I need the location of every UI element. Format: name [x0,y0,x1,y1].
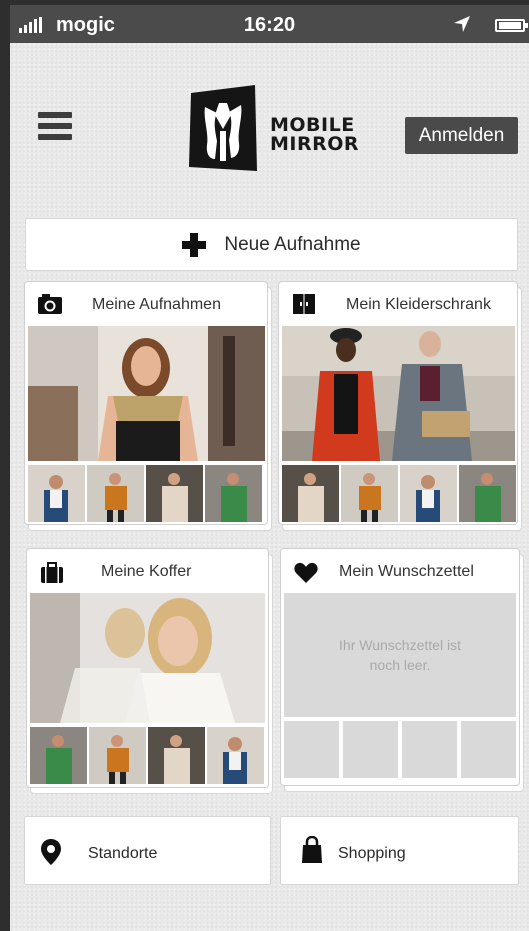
hero-photo [30,593,265,728]
login-button[interactable]: Anmelden [405,117,518,154]
card-header: Meine Koffer [27,549,268,593]
hamburger-menu-icon[interactable] [38,112,72,142]
thumbnail-strip [282,465,516,522]
wishlist-empty-message: Ihr Wunschzettel ist noch leer. [284,593,516,717]
thumbnail[interactable] [282,465,339,522]
card-my-suitcases[interactable]: Meine Koffer [26,548,269,788]
battery-icon [495,19,528,32]
card-my-wishlist[interactable]: Mein Wunschzettel Ihr Wunschzettel ist n… [280,548,520,786]
thumbnail[interactable] [87,465,144,522]
thumbnail-strip [28,465,262,522]
app-screen: mogic 16:20 MOBILE MIRROR Anmelden Neue … [10,5,529,931]
card-title: Mein Wunschzettel [339,563,474,580]
mobile-mirror-logo-icon [189,85,257,171]
wishlist-slot [343,721,398,778]
location-arrow-icon [454,16,470,32]
thumbnail[interactable] [146,465,203,522]
map-pin-icon [41,839,61,865]
thumbnail[interactable] [205,465,262,522]
card-header: Meine Aufnahmen [25,282,267,326]
shopping-button[interactable]: Shopping [280,816,519,885]
locations-button[interactable]: Standorte [24,816,271,885]
new-capture-label: Neue Aufnahme [224,233,361,255]
thumbnail[interactable] [30,727,87,784]
suitcase-icon [41,562,63,583]
wardrobe-icon [293,294,315,314]
card-header: Mein Wunschzettel [281,549,519,593]
thumbnail[interactable] [148,727,205,784]
plus-icon [182,232,207,257]
app-logo: MOBILE MIRROR [187,85,367,177]
status-bar: mogic 16:20 [10,5,529,43]
heart-icon [294,562,318,583]
card-title: Meine Aufnahmen [92,296,221,313]
wishlist-slots [284,721,516,778]
card-title: Meine Koffer [101,563,192,580]
card-title: Mein Kleiderschrank [346,296,491,313]
status-time: 16:20 [243,14,296,36]
thumbnail[interactable] [459,465,516,522]
card-my-wardrobe[interactable]: Mein Kleiderschrank [278,281,518,525]
wishlist-slot [402,721,457,778]
thumbnail-strip [30,727,264,784]
new-capture-button[interactable]: Neue Aufnahme [25,218,518,271]
wishlist-slot [461,721,516,778]
card-header: Mein Kleiderschrank [279,282,517,326]
locations-label: Standorte [88,845,158,862]
logo-wordmark: MOBILE MIRROR [270,116,359,154]
thumbnail[interactable] [207,727,264,784]
thumbnail[interactable] [89,727,146,784]
thumbnail[interactable] [400,465,457,522]
card-my-captures[interactable]: Meine Aufnahmen [24,281,268,525]
camera-icon [38,294,62,314]
hero-photo [28,326,265,461]
shopping-label: Shopping [338,845,406,862]
hero-photo [282,326,515,461]
thumbnail[interactable] [28,465,85,522]
thumbnail[interactable] [341,465,398,522]
wishlist-slot [284,721,339,778]
logo-text-line2: MIRROR [270,133,360,155]
shopping-bag-icon [302,836,322,863]
